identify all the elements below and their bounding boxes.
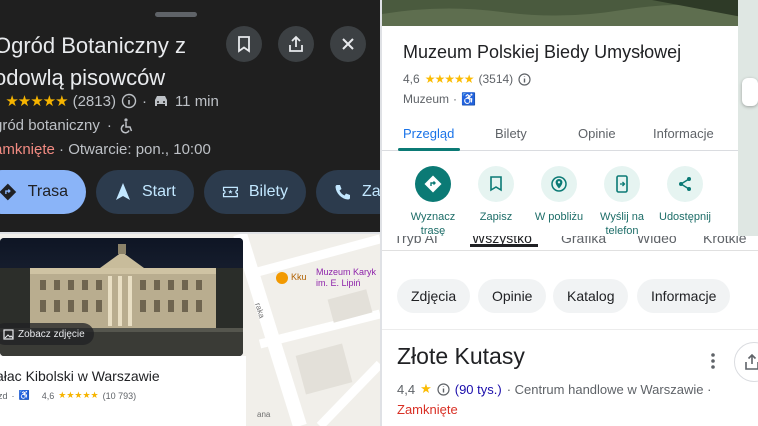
map-control[interactable] <box>742 78 758 106</box>
star-icon: ★ <box>420 381 432 396</box>
dark-place-card: Ogród Botaniczny z odowlą pisowców 5 ★★★… <box>0 0 380 232</box>
directions-icon <box>424 175 442 193</box>
share-button[interactable] <box>734 342 758 382</box>
info-icon[interactable] <box>121 93 137 109</box>
place-title: Muzeum Polskiej Biedy Umysłowej <box>403 42 682 62</box>
share-icon <box>679 177 691 191</box>
navigation-arrow-icon <box>116 183 130 200</box>
ticket-icon <box>222 186 238 198</box>
poi-label: Kku <box>291 272 307 282</box>
star-rating: ★★★★★ <box>424 72 475 86</box>
place-header-photo[interactable] <box>382 0 758 26</box>
phone-icon <box>335 185 350 200</box>
star-rating: ★★★★★ <box>58 390 99 400</box>
tab-ai-mode[interactable]: Tryb AI <box>394 236 438 246</box>
category: gród botaniczny <box>0 117 100 134</box>
poi-marker-icon[interactable] <box>276 272 288 284</box>
wheelchair-icon: ♿ <box>461 92 476 106</box>
bookmark-button[interactable] <box>226 26 262 62</box>
street-label-2: ana <box>257 410 271 419</box>
category: Muzeum <box>403 92 450 106</box>
active-tab-indicator <box>470 244 538 247</box>
review-count[interactable]: (2813) <box>73 93 116 110</box>
rating-value: 4,4 <box>397 381 416 397</box>
wheelchair-icon: ♿ <box>18 390 30 400</box>
share-button[interactable] <box>278 26 314 62</box>
close-icon <box>342 38 354 50</box>
call-button[interactable]: Za <box>316 170 380 214</box>
bookmark-icon <box>490 176 502 192</box>
rating-row: 4,6 ★★★★★ (3514) <box>403 72 531 86</box>
share-icon <box>745 354 758 370</box>
category: · Centrum handlowe w Warszawie · <box>506 381 712 397</box>
tab-reviews[interactable]: Opinie <box>578 126 616 141</box>
directions-icon <box>0 183 17 201</box>
active-tab-indicator <box>398 148 460 151</box>
category-row: gród botaniczny · <box>0 117 133 134</box>
reviews-link[interactable]: (90 tys.) <box>455 382 502 397</box>
action-directions[interactable]: Wyznacz trasę <box>398 166 468 236</box>
close-button[interactable] <box>330 26 366 62</box>
place-name[interactable]: ałac Kibolski w Warszawie <box>0 368 160 384</box>
place-title: Ogród Botaniczny z odowlą pisowców <box>0 33 186 90</box>
tickets-button[interactable]: Bilety <box>204 170 306 214</box>
info-icon[interactable] <box>518 72 531 86</box>
image-icon <box>3 328 14 340</box>
divider <box>380 329 758 330</box>
tab-tickets[interactable]: Bilety <box>495 126 527 141</box>
rating-row: 5 ★★★★★ (2813) · 11 min <box>0 92 219 111</box>
map-panel: Kku Muzeum Karyk im. E. Lipiń raka ana Z… <box>0 234 380 426</box>
tab-images[interactable]: Grafika <box>561 236 606 246</box>
status-closed: amknięte <box>0 141 55 158</box>
info-icon[interactable] <box>437 382 450 396</box>
chip-info[interactable]: Informacje <box>637 279 731 313</box>
map-strip[interactable] <box>738 0 758 236</box>
status-closed: Zamknięte <box>397 402 458 417</box>
review-count[interactable]: (3514) <box>478 72 513 86</box>
review-count: (10 793) <box>102 390 137 401</box>
action-nearby[interactable]: W pobliżu <box>524 166 594 224</box>
tabs-divider <box>380 250 758 251</box>
museum-place-card: Muzeum Polskiej Biedy Umysłowej 4,6 ★★★★… <box>382 0 758 236</box>
place-meta-row: zd · ♿ 4,6 ★★★★★ (10 793) <box>0 390 137 401</box>
category: zd <box>0 390 8 401</box>
more-options-icon[interactable] <box>707 352 719 370</box>
category-row: Muzeum · ♿ <box>403 92 476 106</box>
chip-reviews[interactable]: Opinie <box>478 279 547 313</box>
rating-value: 4,6 <box>403 72 420 86</box>
action-send-to-phone[interactable]: Wyślij na telefon <box>587 166 657 236</box>
bookmark-icon <box>238 36 250 53</box>
search-results-panel: Tryb AI Wszystko Grafika Wideo Krótkie Z… <box>380 236 758 426</box>
separator <box>380 0 382 426</box>
nearby-icon <box>551 176 567 192</box>
wheelchair-icon <box>120 117 133 133</box>
status-opening: · Otwarcie: pon., 10:00 <box>54 141 211 158</box>
tab-info[interactable]: Informacje <box>653 126 714 141</box>
tab-shorts[interactable]: Krótkie <box>703 236 747 246</box>
opening-status: amknięte · Otwarcie: pon., 10:00 <box>0 141 211 158</box>
museum-map-label[interactable]: Muzeum Karyk im. E. Lipiń <box>316 267 376 289</box>
chip-catalog[interactable]: Katalog <box>553 279 629 313</box>
separator <box>0 232 380 234</box>
chip-photos[interactable]: Zdjęcia <box>397 279 471 313</box>
start-button[interactable]: Start <box>96 170 194 214</box>
result-meta-row: 4,4 ★ (90 tys.) · Centrum handlowe w War… <box>397 381 711 397</box>
tab-overview[interactable]: Przegląd <box>403 126 454 141</box>
phone-send-icon <box>616 175 628 193</box>
view-photos-button[interactable]: Zobacz zdjęcie <box>0 323 94 345</box>
rating-value: 4,6 <box>41 390 55 401</box>
share-icon <box>289 35 303 52</box>
action-share[interactable]: Udostępnij <box>650 166 720 224</box>
route-button[interactable]: Trasa <box>0 170 86 214</box>
star-rating: ★★★★★ <box>5 93 68 110</box>
car-icon <box>154 96 167 106</box>
tab-videos[interactable]: Wideo <box>637 236 677 246</box>
drag-handle[interactable] <box>155 12 197 17</box>
action-save[interactable]: Zapisz <box>461 166 531 224</box>
drive-time: 11 min <box>174 92 219 110</box>
result-title[interactable]: Złote Kutasy <box>397 343 525 370</box>
